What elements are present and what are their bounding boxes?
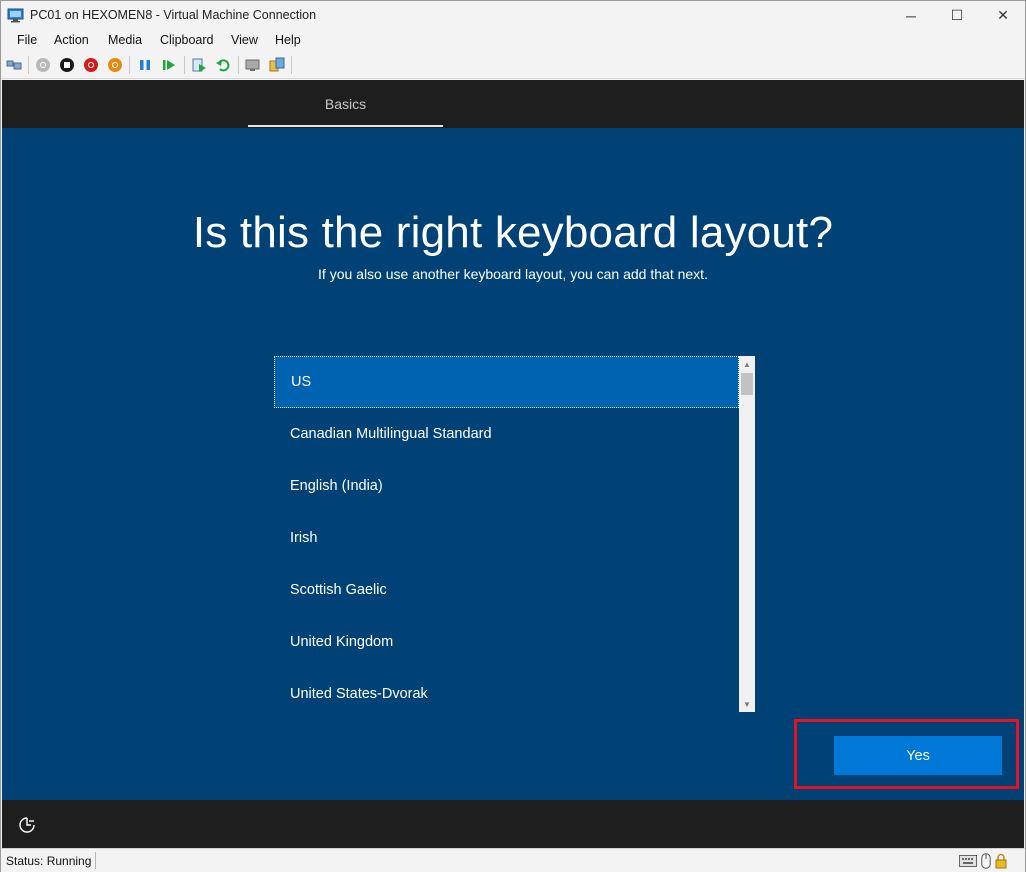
toolbar xyxy=(1,52,1025,79)
share-icon[interactable] xyxy=(269,57,285,73)
tab-basics: Basics xyxy=(324,96,367,112)
status-separator xyxy=(95,852,96,869)
shut-down-icon[interactable] xyxy=(83,57,99,73)
keyboard-layout-rows: US Canadian Multilingual Standard Englis… xyxy=(274,356,739,712)
vm-connection-window: PC01 on HEXOMEN8 - Virtual Machine Conne… xyxy=(0,0,1026,872)
mouse-icon xyxy=(981,853,991,869)
page-subtitle: If you also use another keyboard layout,… xyxy=(318,266,708,282)
layout-item-english-india[interactable]: English (India) xyxy=(274,460,739,512)
enhanced-session-icon[interactable] xyxy=(245,57,261,73)
layout-item-canadian-multilingual[interactable]: Canadian Multilingual Standard xyxy=(274,408,739,460)
menu-view[interactable]: View xyxy=(231,33,258,47)
scroll-down-icon[interactable]: ▼ xyxy=(739,696,755,712)
status-icons xyxy=(959,852,1007,870)
layout-item-united-states-dvorak[interactable]: United States-Dvorak xyxy=(274,668,739,720)
title-bar: PC01 on HEXOMEN8 - Virtual Machine Conne… xyxy=(1,1,1025,30)
yes-button[interactable]: Yes xyxy=(834,736,1002,775)
oobe-content: Is this the right keyboard layout? If yo… xyxy=(2,128,1024,800)
revert-icon[interactable] xyxy=(215,57,231,73)
page-title: Is this the right keyboard layout? xyxy=(192,208,834,257)
tab-basics-underline xyxy=(248,125,443,127)
layout-item-scottish-gaelic[interactable]: Scottish Gaelic xyxy=(274,564,739,616)
menu-action[interactable]: Action xyxy=(54,33,89,47)
resume-icon[interactable] xyxy=(161,57,177,73)
minimize-button[interactable]: ─ xyxy=(888,1,934,30)
menu-media[interactable]: Media xyxy=(108,33,142,47)
menu-clipboard[interactable]: Clipboard xyxy=(160,33,214,47)
menu-help[interactable]: Help xyxy=(275,33,301,47)
checkpoint-icon[interactable] xyxy=(191,57,207,73)
scroll-up-icon[interactable]: ▲ xyxy=(739,356,755,372)
oobe-header: Basics xyxy=(2,80,1024,128)
window-title: PC01 on HEXOMEN8 - Virtual Machine Conne… xyxy=(30,8,317,22)
menu-bar: File Action Media Clipboard View Help xyxy=(1,30,1025,52)
turn-off-icon[interactable] xyxy=(59,57,75,73)
save-state-icon[interactable] xyxy=(107,57,123,73)
keyboard-icon xyxy=(959,855,977,867)
lock-icon xyxy=(995,853,1007,869)
list-scrollbar[interactable]: ▲ ▼ xyxy=(739,356,755,712)
scroll-thumb[interactable] xyxy=(741,373,753,395)
start-icon[interactable] xyxy=(35,57,51,73)
close-button[interactable]: ✕ xyxy=(980,1,1026,30)
layout-item-irish[interactable]: Irish xyxy=(274,512,739,564)
maximize-button[interactable]: ☐ xyxy=(934,1,980,30)
vm-connection-app-icon xyxy=(7,8,24,23)
vm-status: Status: Running xyxy=(6,854,92,868)
accessibility-icon[interactable] xyxy=(18,816,36,834)
keyboard-layout-list[interactable]: US Canadian Multilingual Standard Englis… xyxy=(274,356,755,712)
layout-item-us[interactable]: US xyxy=(274,356,739,408)
oobe-footer xyxy=(2,800,1024,848)
status-bar: Status: Running xyxy=(1,848,1025,872)
pause-icon[interactable] xyxy=(137,57,153,73)
layout-item-united-kingdom[interactable]: United Kingdom xyxy=(274,616,739,668)
menu-file[interactable]: File xyxy=(17,33,37,47)
ctrl-alt-del-icon[interactable] xyxy=(6,57,22,73)
